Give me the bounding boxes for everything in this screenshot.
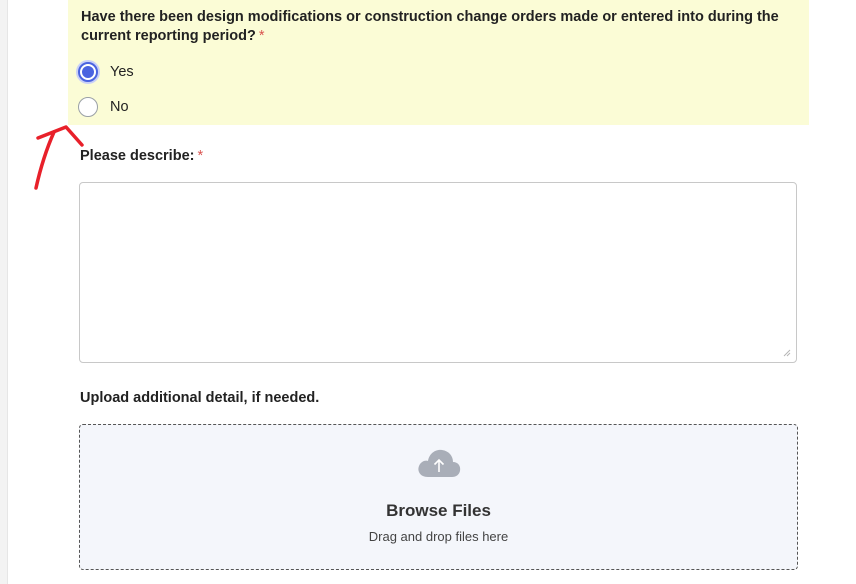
- radio-button-no[interactable]: [78, 97, 98, 117]
- describe-label-text: Please describe:: [80, 148, 195, 164]
- cloud-upload-icon: [418, 449, 461, 477]
- browse-files-title[interactable]: Browse Files: [80, 501, 797, 521]
- question-block: Have there been design modifications or …: [68, 0, 809, 125]
- question-label: Have there been design modifications or …: [81, 9, 779, 44]
- required-mark: *: [258, 28, 265, 44]
- file-dropzone[interactable]: Browse Files Drag and drop files here: [79, 424, 798, 570]
- radio-label-yes: Yes: [110, 64, 134, 80]
- describe-textarea[interactable]: [79, 182, 797, 363]
- radio-label-no: No: [110, 99, 129, 115]
- drag-drop-hint: Drag and drop files here: [368, 529, 509, 544]
- upload-label: Upload additional detail, if needed.: [80, 390, 320, 406]
- left-rail: [0, 0, 8, 584]
- form-page: Have there been design modifications or …: [0, 0, 856, 584]
- describe-label: Please describe: *: [80, 148, 203, 164]
- radio-option-yes[interactable]: Yes: [78, 62, 134, 82]
- radio-button-yes[interactable]: [78, 62, 98, 82]
- describe-required-mark: *: [197, 148, 204, 164]
- radio-option-no[interactable]: No: [78, 97, 129, 117]
- question-text: Have there been design modifications or …: [81, 8, 801, 46]
- resize-grip-icon[interactable]: [781, 347, 791, 357]
